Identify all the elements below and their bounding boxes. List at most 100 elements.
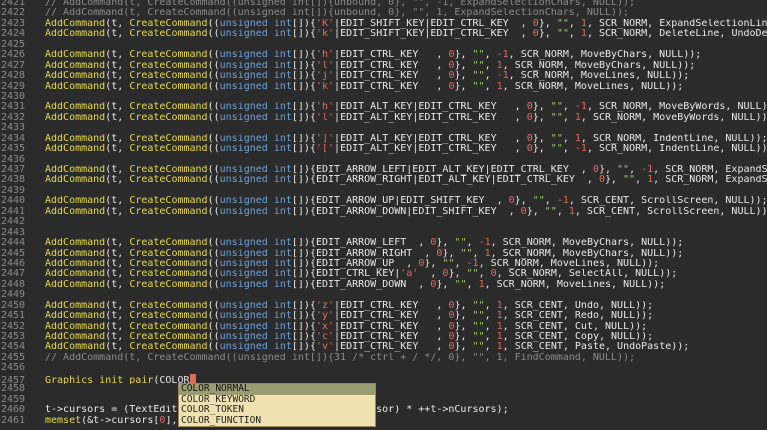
code-token: -1: [556, 196, 569, 207]
code-line[interactable]: 2439: [0, 186, 767, 196]
code-token: AddCommand: [45, 112, 106, 123]
code-line[interactable]: 2448 AddCommand(t, CreateCommand((unsigne…: [0, 280, 767, 290]
code-token: 'y': [315, 311, 335, 322]
code-token: (t,: [105, 342, 130, 353]
code-line[interactable]: 2431 AddCommand(t, CreateCommand((unsigne…: [0, 102, 767, 112]
code-token: unsigned int: [219, 50, 292, 61]
code-token: |EDIT_SHIFT_KEY|EDIT_CTRL_KEY ,: [334, 18, 533, 29]
code-line[interactable]: 2441 AddCommand(t, CreateCommand((unsigne…: [0, 207, 767, 217]
code-token: ,: [454, 258, 467, 269]
code-line[interactable]: 2455 // AddCommand(t, CreateCommand((unsi…: [0, 353, 767, 363]
code-line[interactable]: 2435 AddCommand(t, CreateCommand((unsigne…: [0, 144, 767, 154]
line-number: 2451: [1, 311, 26, 322]
code-line[interactable]: 2443: [0, 228, 767, 238]
code-token: // AddCommand(t, CreateCommand((unsigned…: [45, 8, 629, 19]
code-line[interactable]: 2432 AddCommand(t, CreateCommand((unsigne…: [0, 113, 767, 123]
code-line[interactable]: 2426 AddCommand(t, CreateCommand((unsigne…: [0, 50, 767, 60]
code-token: ((: [207, 238, 220, 249]
code-line[interactable]: 2423 AddCommand(t, CreateCommand((unsigne…: [0, 19, 767, 29]
code-line[interactable]: 2428 AddCommand(t, CreateCommand((unsigne…: [0, 71, 767, 81]
code-token: ,: [562, 102, 575, 113]
code-line[interactable]: 2452 AddCommand(t, CreateCommand((unsigne…: [0, 322, 767, 332]
code-token: ,: [484, 60, 497, 71]
code-line[interactable]: 2451 AddCommand(t, CreateCommand((unsigne…: [0, 311, 767, 321]
line-number: 2432: [1, 112, 26, 123]
code-token: },: [424, 258, 443, 269]
line-number: 2437: [1, 165, 26, 175]
code-token: unsigned int: [219, 102, 292, 113]
line-number: 2422: [1, 8, 26, 19]
code-token: ((: [207, 311, 220, 322]
code-token: |EDIT_CTRL_KEY ,: [334, 342, 449, 353]
code-token: AddCommand: [45, 206, 106, 217]
line-code: AddCommand(t, CreateCommand((unsigned in…: [25, 238, 683, 248]
autocomplete-item[interactable]: COLOR_TOKEN: [179, 404, 375, 416]
code-line[interactable]: 2442: [0, 217, 767, 227]
code-token: "": [623, 175, 636, 186]
line-number: 2454: [1, 342, 26, 353]
code-token: CreateCommand: [129, 342, 208, 353]
code-token: []){EDIT_ARROW_DOWN|EDIT_SHIFT_KEY ,: [291, 206, 521, 217]
code-token: },: [442, 248, 461, 259]
code-token: 'a': [400, 269, 419, 280]
code-line[interactable]: 2421 // AddCommand(t, CreateCommand((unsi…: [0, 0, 767, 8]
code-token: },: [448, 269, 467, 280]
code-line[interactable]: 2449: [0, 290, 767, 300]
code-token: (&t->cursors[: [81, 415, 160, 426]
code-token: ,: [635, 175, 648, 186]
code-token: },: [454, 300, 473, 311]
code-token: },: [514, 196, 533, 207]
line-code: AddCommand(t, CreateCommand((unsigned in…: [25, 249, 683, 259]
code-line[interactable]: 2453 AddCommand(t, CreateCommand((unsigne…: [0, 332, 767, 342]
code-token: 'h': [315, 102, 335, 113]
code-token: unsigned int: [219, 248, 292, 259]
code-token: , SCR_CENT, Copy, NULL));: [502, 332, 654, 342]
code-line[interactable]: 2460 t->cursors = (TextEditor rsor) * ++t…: [0, 405, 767, 415]
code-editor[interactable]: 2421 // AddCommand(t, CreateCommand((unsi…: [0, 0, 767, 430]
line-code: AddCommand(t, CreateCommand((unsigned in…: [25, 61, 695, 71]
line-number: 2429: [1, 81, 26, 92]
code-token: |EDIT_SHIFT_KEY|EDIT_CTRL_KEY ,: [334, 29, 533, 40]
code-token: (t,: [105, 175, 130, 186]
code-token: |EDIT_ALT_KEY|EDIT_CTRL_KEY ,: [334, 133, 527, 144]
line-code: AddCommand(t, CreateCommand((unsigned in…: [25, 19, 767, 29]
line-number: 2441: [1, 206, 26, 217]
code-line[interactable]: 2429 AddCommand(t, CreateCommand((unsigne…: [0, 82, 767, 92]
autocomplete-popup[interactable]: COLOR_NORMAL COLOR_KEYWORD COLOR_TOKEN COLO…: [178, 383, 376, 427]
code-line[interactable]: 2457 Graphics_init_pair(COLOR: [0, 373, 767, 384]
code-line[interactable]: 2445 AddCommand(t, CreateCommand((unsigne…: [0, 249, 767, 259]
code-token: 'v': [315, 342, 335, 353]
code-token: []){: [291, 71, 316, 82]
code-line[interactable]: 2456: [0, 363, 767, 373]
code-line[interactable]: 2424 AddCommand(t, CreateCommand((unsigne…: [0, 29, 767, 39]
code-line[interactable]: 2444 AddCommand(t, CreateCommand((unsigne…: [0, 238, 767, 248]
code-line[interactable]: 2447 AddCommand(t, CreateCommand((unsigne…: [0, 269, 767, 279]
code-token: CreateCommand: [129, 279, 208, 290]
code-line[interactable]: 2436: [0, 155, 767, 165]
line-number: 2440: [1, 196, 26, 207]
code-token: unsigned int: [219, 133, 292, 144]
code-line[interactable]: 2427 AddCommand(t, CreateCommand((unsigne…: [0, 61, 767, 71]
code-line[interactable]: 2450 AddCommand(t, CreateCommand((unsigne…: [0, 301, 767, 311]
code-token: "": [550, 102, 563, 113]
code-line[interactable]: 2440 AddCommand(t, CreateCommand((unsigne…: [0, 196, 767, 206]
code-line[interactable]: 2459: [0, 395, 767, 405]
code-line[interactable]: 2430: [0, 92, 767, 102]
code-line[interactable]: 2446 AddCommand(t, CreateCommand((unsigne…: [0, 259, 767, 269]
autocomplete-item[interactable]: COLOR_FUNCTION: [179, 415, 375, 427]
code-token: 'j': [315, 71, 335, 82]
code-line[interactable]: 2454 AddCommand(t, CreateCommand((unsigne…: [0, 342, 767, 352]
code-line[interactable]: 2458: [0, 384, 767, 394]
code-line[interactable]: 2434 AddCommand(t, CreateCommand((unsigne…: [0, 134, 767, 144]
code-line[interactable]: 2433: [0, 123, 767, 133]
code-line[interactable]: 2425: [0, 40, 767, 50]
code-token: },: [454, 332, 473, 342]
code-line[interactable]: 2437 AddCommand(t, CreateCommand((unsigne…: [0, 165, 767, 175]
autocomplete-item[interactable]: COLOR_NORMAL: [179, 383, 375, 395]
code-token: (t,: [105, 300, 130, 311]
code-line[interactable]: 2438 AddCommand(t, CreateCommand((unsigne…: [0, 175, 767, 185]
code-line[interactable]: 2461memset(&t->cursors[0], 0: [0, 416, 767, 426]
line-code: AddCommand(t, CreateCommand((unsigned in…: [25, 322, 647, 332]
code-token: },: [454, 311, 473, 322]
code-line[interactable]: 2422 // AddCommand(t, CreateCommand((unsi…: [0, 8, 767, 18]
